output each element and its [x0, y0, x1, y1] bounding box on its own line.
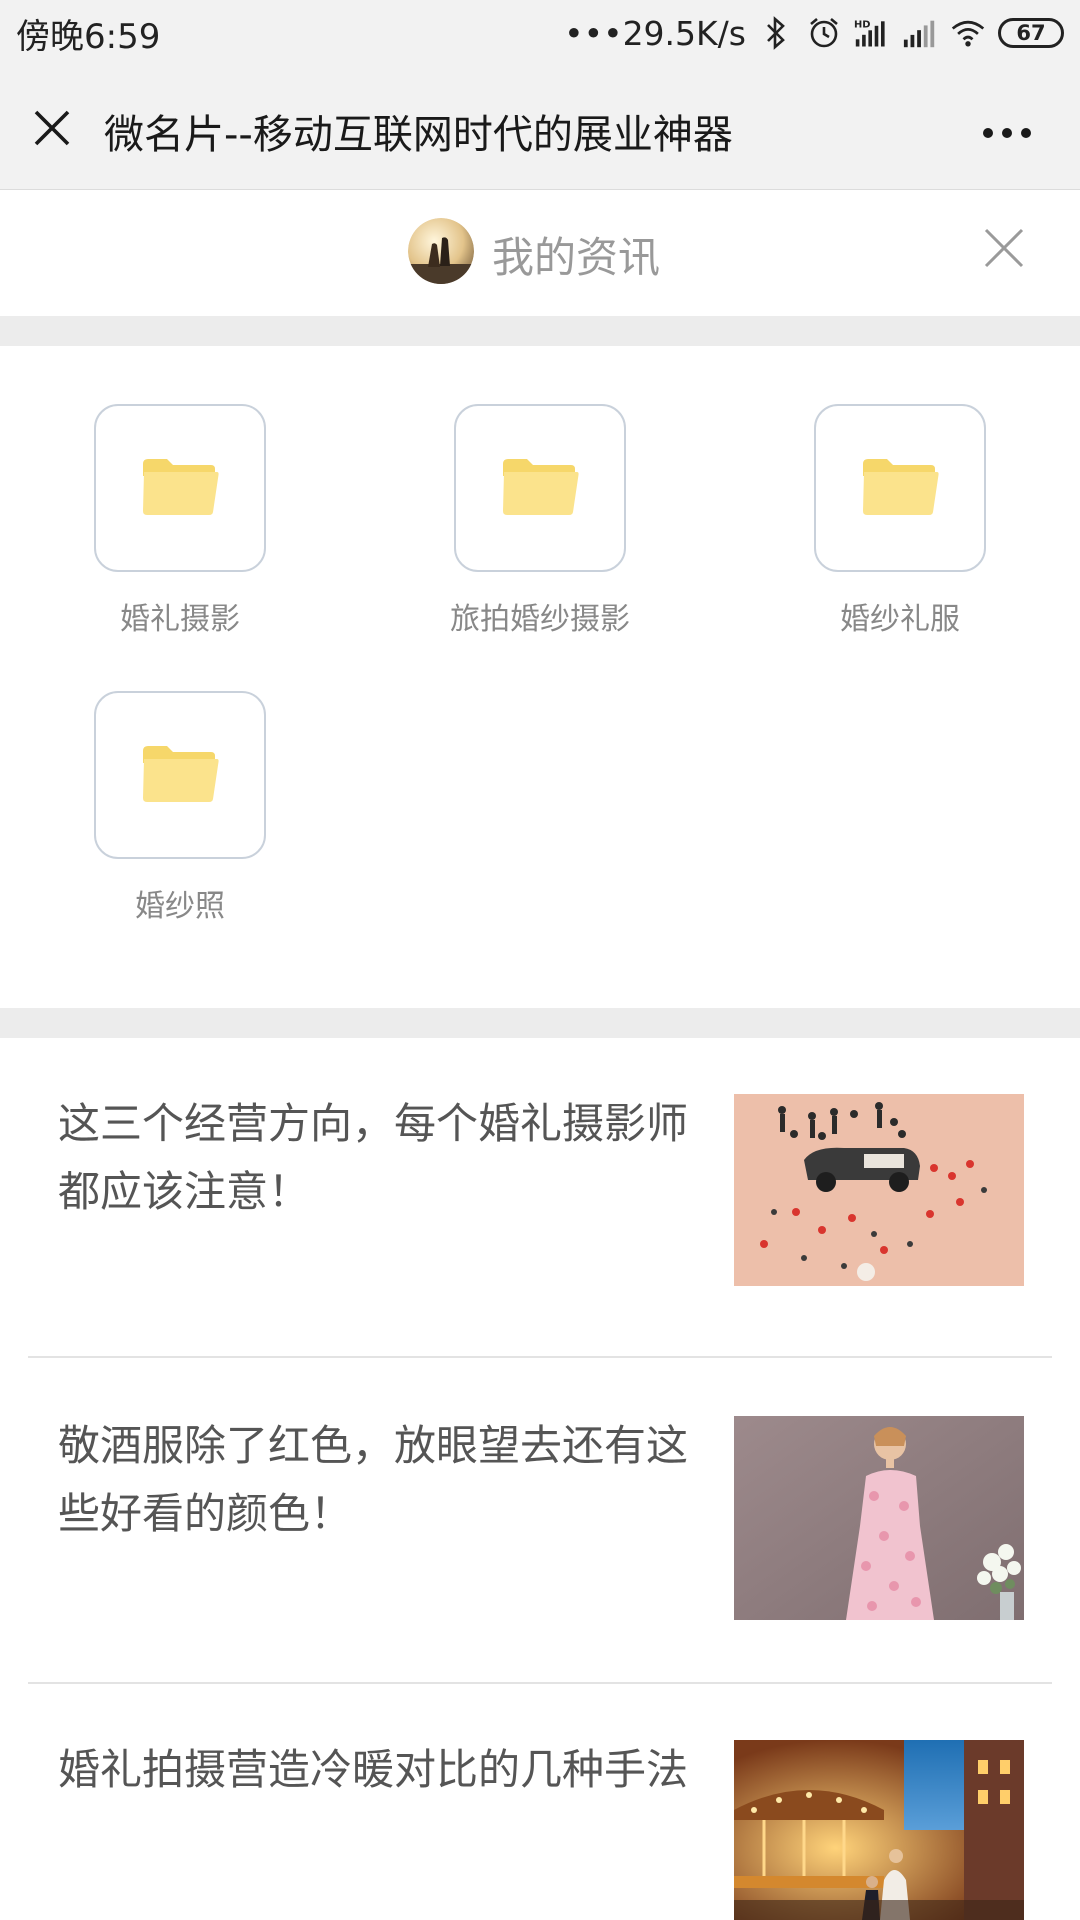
article-item[interactable]: 这三个经营方向，每个婚礼摄影师都应该注意！ [0, 1090, 1080, 1356]
status-time: 傍晚6:59 [16, 16, 161, 57]
folder-icon [861, 456, 939, 520]
category-item[interactable]: 旅拍婚纱摄影 [425, 404, 655, 638]
article-item[interactable]: 婚礼拍摄营造冷暖对比的几种手法 [0, 1736, 1080, 1920]
hd-signal-icon: HD [854, 15, 890, 51]
folder-icon [501, 456, 579, 520]
folder-icon [141, 743, 219, 807]
section-title: 我的资讯 [492, 233, 661, 282]
article-title: 敬酒服除了红色，放眼望去还有这些好看的颜色！ [58, 1421, 689, 1538]
article-thumbnail [734, 1740, 1024, 1920]
signal-icon [902, 15, 938, 51]
article-item[interactable]: 敬酒服除了红色，放眼望去还有这些好看的颜色！ [0, 1412, 1080, 1682]
category-label: 婚礼摄影 [120, 602, 240, 637]
list-divider [28, 1356, 1052, 1358]
category-tile[interactable] [94, 404, 266, 572]
avatar [408, 218, 474, 284]
sub-header: 我的资讯 [0, 190, 1080, 316]
category-label: 婚纱礼服 [840, 602, 960, 637]
svg-text:HD: HD [854, 20, 870, 31]
article-title: 婚礼拍摄营造冷暖对比的几种手法 [58, 1745, 689, 1794]
article-thumbnail [734, 1094, 1024, 1286]
category-tile[interactable] [814, 404, 986, 572]
category-item[interactable]: 婚纱礼服 [785, 404, 1015, 638]
article-title: 这三个经营方向，每个婚礼摄影师都应该注意！ [58, 1099, 689, 1216]
category-tile[interactable] [454, 404, 626, 572]
category-item[interactable]: 婚纱照 [65, 691, 295, 925]
network-speed: •••29.5K/s [564, 13, 746, 53]
close-icon[interactable] [32, 108, 72, 148]
alarm-icon [806, 15, 842, 51]
bluetooth-icon [758, 15, 794, 51]
article-thumbnail [734, 1416, 1024, 1620]
list-divider [28, 1682, 1052, 1684]
category-item[interactable]: 婚礼摄影 [65, 404, 295, 638]
more-icon[interactable] [982, 124, 1032, 138]
close-icon[interactable] [984, 228, 1024, 268]
status-bar: 傍晚6:59 •••29.5K/s HD 67 [0, 0, 1080, 66]
wifi-icon [950, 15, 986, 51]
page-title: 微名片--移动互联网时代的展业神器 [104, 112, 733, 158]
divider [0, 1008, 1080, 1038]
battery-icon: 67 [998, 18, 1064, 48]
category-label: 旅拍婚纱摄影 [450, 602, 630, 637]
category-tile[interactable] [94, 691, 266, 859]
title-bar: 微名片--移动互联网时代的展业神器 [0, 66, 1080, 190]
divider [0, 316, 1080, 346]
category-label: 婚纱照 [135, 889, 225, 924]
folder-icon [141, 456, 219, 520]
status-icons: •••29.5K/s HD 67 [564, 14, 1064, 53]
